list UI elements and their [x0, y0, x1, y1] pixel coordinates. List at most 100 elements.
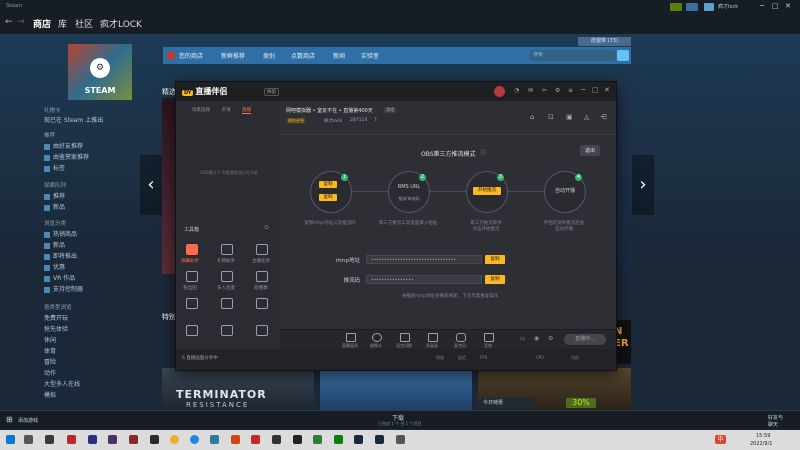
rtmp-field[interactable]: ••••••••••••••••••••••••••••••••	[366, 255, 482, 264]
nav-community[interactable]: 社区	[75, 17, 93, 30]
game-tile[interactable]: 今日特惠 30%	[478, 368, 631, 410]
mic-icon[interactable]	[456, 333, 466, 342]
multiview-icon[interactable]	[428, 333, 438, 342]
cut-icon[interactable]: ✂	[542, 87, 547, 94]
lock-icon[interactable]: ⊡	[548, 113, 554, 121]
app-icon[interactable]	[210, 435, 219, 444]
toolbox-more-icon[interactable]: ⊙	[264, 224, 269, 231]
exit-mode-button[interactable]: 退出	[580, 145, 601, 156]
clock-date[interactable]: 2022/9/1	[750, 441, 772, 447]
eye-icon[interactable]: ◉	[534, 335, 539, 342]
close-icon[interactable]: ✕	[785, 2, 791, 10]
sidebar-item-upcoming[interactable]: 即将推出	[44, 251, 77, 260]
sidebar-item-genre[interactable]: 冒险	[44, 357, 56, 366]
minimize-icon[interactable]: ─	[581, 86, 585, 94]
sidebar-item-genre[interactable]: 抢先体验	[44, 324, 68, 333]
sound-icon[interactable]	[484, 333, 494, 342]
app-icon[interactable]	[45, 435, 54, 444]
menu-points[interactable]: 点数商店	[291, 51, 315, 60]
app-icon[interactable]	[88, 435, 97, 444]
sidebar-item-discover-new[interactable]: 新品	[44, 202, 65, 211]
menu-labs[interactable]: 实验室	[361, 51, 379, 60]
nav-store[interactable]: 商店	[33, 17, 51, 30]
live-tool-icon[interactable]	[293, 435, 302, 444]
share-link-icon[interactable]: ⋲	[600, 113, 607, 121]
beta-badge[interactable]: 体验	[264, 88, 279, 96]
sidebar-item-discover-rec[interactable]: 推荐	[44, 191, 65, 200]
sidebar-item-tags[interactable]: 标签	[44, 163, 65, 172]
avatar[interactable]	[704, 3, 714, 11]
copy-button[interactable]: 复制	[319, 181, 337, 188]
nav-library[interactable]: 库	[58, 17, 67, 30]
nav-profile[interactable]: 疯才LOCK	[100, 17, 142, 30]
tool-icon[interactable]	[256, 298, 268, 309]
copy-key-button[interactable]: 复制	[485, 275, 505, 284]
tool-icon[interactable]	[186, 298, 198, 309]
help-icon[interactable]: ⓘ	[480, 148, 486, 157]
sidebar-item-newreleases[interactable]: 新品	[44, 240, 65, 249]
layout-icon[interactable]: ▣	[566, 113, 573, 121]
sidebar-item-curators[interactable]: 由鉴赏家推荐	[44, 152, 89, 161]
game-tile[interactable]	[320, 368, 472, 410]
app-icon[interactable]	[272, 435, 281, 444]
app-icon[interactable]	[67, 435, 76, 444]
chrome-icon[interactable]	[170, 435, 179, 444]
start-push-button[interactable]: 开始推流	[473, 187, 501, 195]
app-icon[interactable]	[150, 435, 159, 444]
headset-icon[interactable]: ◔	[514, 87, 519, 94]
forward-icon[interactable]: →	[17, 17, 25, 27]
mail-icon[interactable]: ✉	[528, 87, 533, 94]
xbox-icon[interactable]	[334, 435, 343, 444]
app-icon[interactable]	[108, 435, 117, 444]
tool-icon[interactable]	[186, 325, 198, 336]
add-game-button[interactable]: 添加游戏	[18, 417, 38, 424]
stream-key-field[interactable]: ••••••••••••••••	[366, 275, 482, 284]
user-avatar[interactable]	[494, 86, 505, 97]
quality-icon[interactable]	[346, 333, 356, 342]
wishlist-button[interactable]: 愿望单 (73)	[578, 37, 631, 46]
minimize-icon[interactable]: ─	[760, 2, 764, 10]
app-icon[interactable]	[396, 435, 405, 444]
sidebar-item-controller[interactable]: 支持控制器	[44, 284, 83, 293]
menu-your-store[interactable]: 您的商店	[179, 51, 203, 60]
live-status-button[interactable]: 直播中...	[564, 334, 606, 345]
notification-icon[interactable]	[670, 3, 682, 11]
language-icon[interactable]	[400, 333, 410, 342]
chat-label[interactable]: 聊天	[768, 421, 778, 428]
sidebar-item-giftcard[interactable]: 现已在 Steam 上推出	[44, 115, 103, 124]
sidebar-item-genre[interactable]: 休闲	[44, 335, 56, 344]
sidebar-item-specials[interactable]: 优惠	[44, 262, 65, 271]
share-icon[interactable]: ⌂	[530, 113, 534, 121]
search-icon[interactable]	[617, 50, 629, 61]
tool-label[interactable]: 主播任务	[247, 258, 275, 264]
tool-label[interactable]: 粉丝团	[176, 285, 204, 291]
bell-icon[interactable]: ◬	[584, 113, 589, 121]
ime-icon[interactable]: 中	[715, 435, 726, 444]
menu-new[interactable]: 新鲜推荐	[221, 51, 245, 60]
sidebar-item-vr[interactable]: VR 作品	[44, 273, 75, 282]
app-icon[interactable]	[129, 435, 138, 444]
steam-taskbar-icon[interactable]	[354, 435, 363, 444]
tool-icon[interactable]	[221, 298, 233, 309]
tab-live[interactable]: 直播	[242, 107, 251, 114]
copy-rtmp-button[interactable]: 复制	[485, 255, 505, 264]
settings-icon[interactable]: ⚙	[548, 335, 553, 342]
tool-label[interactable]: 观看数	[247, 285, 275, 291]
fans-icon[interactable]	[186, 271, 198, 282]
friends-chat-button[interactable]: 好友与	[768, 414, 783, 421]
carousel-banner[interactable]	[162, 98, 176, 274]
sidebar-item-genre[interactable]: 免费开玩	[44, 313, 68, 322]
maximize-icon[interactable]: □	[772, 2, 779, 10]
close-icon[interactable]: ✕	[604, 86, 610, 94]
tool-label[interactable]: 礼物助手	[212, 258, 240, 264]
friends-icon[interactable]	[686, 3, 698, 11]
multi-mic-icon[interactable]	[221, 271, 233, 282]
task-icon[interactable]	[256, 244, 268, 255]
sidebar-item-genre[interactable]: 动作	[44, 368, 56, 377]
sidebar-item-genre[interactable]: 模拟	[44, 390, 56, 399]
barrage-icon[interactable]	[186, 244, 198, 255]
browser-icon[interactable]	[190, 435, 199, 444]
sidebar-item-topsellers[interactable]: 热销商品	[44, 229, 77, 238]
app-icon[interactable]	[231, 435, 240, 444]
game-tile[interactable]: TERMINATOR RESISTANCE	[162, 368, 314, 410]
